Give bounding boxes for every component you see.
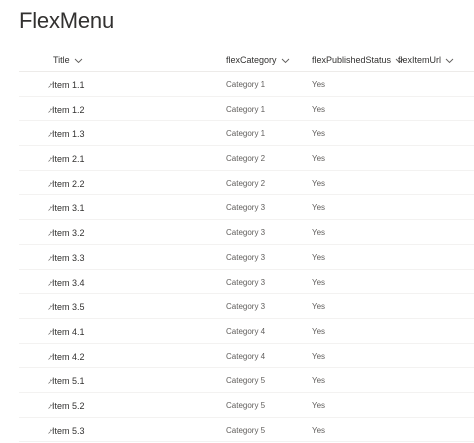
- item-published-status: Yes: [312, 425, 326, 435]
- item-title: Item 4.1: [52, 326, 85, 337]
- table-row[interactable]: Item 3.5 Category 3 Yes: [19, 294, 474, 319]
- item-published-status: Yes: [312, 178, 326, 188]
- page-title: FlexMenu: [19, 8, 114, 33]
- chevron-down-icon: [281, 56, 290, 65]
- chevron-down-icon: [74, 56, 83, 65]
- item-title: Item 3.5: [52, 302, 85, 313]
- item-category: Category 1: [226, 80, 266, 89]
- item-published-status: Yes: [312, 302, 326, 312]
- item-category: Category 2: [226, 178, 266, 188]
- item-title: Item 5.3: [52, 425, 85, 436]
- column-header-row: Title flexCategory flexPublishedStatus f…: [19, 50, 474, 72]
- item-published-status: Yes: [312, 252, 326, 262]
- item-published-status: Yes: [312, 326, 326, 336]
- item-title: Item 5.1: [52, 376, 85, 387]
- item-published-status: Yes: [312, 104, 326, 114]
- item-category: Category 3: [226, 228, 266, 238]
- column-header-label: flexItemUrl: [398, 55, 442, 65]
- table-row[interactable]: Item 4.2 Category 4 Yes: [19, 344, 474, 369]
- item-title: Item 3.3: [52, 252, 85, 263]
- column-header-flexpublishedstatus[interactable]: flexPublishedStatus: [312, 55, 404, 65]
- item-title: Item 2.2: [52, 178, 85, 189]
- table-row[interactable]: Item 4.1 Category 4 Yes: [19, 319, 474, 344]
- table-row[interactable]: Item 3.3 Category 3 Yes: [19, 245, 474, 270]
- item-category: Category 3: [226, 302, 266, 312]
- table-row[interactable]: Item 5.2 Category 5 Yes: [19, 393, 474, 418]
- item-category: Category 2: [226, 154, 266, 164]
- column-header-title[interactable]: Title: [53, 55, 83, 65]
- item-category: Category 3: [226, 203, 266, 213]
- table-row[interactable]: Item 2.1 Category 2 Yes: [19, 146, 474, 171]
- item-title: Item 5.2: [52, 400, 85, 411]
- table-row[interactable]: Item 1.2 Category 1 Yes: [19, 97, 474, 122]
- item-published-status: Yes: [312, 129, 326, 139]
- table-row[interactable]: Item 3.2 Category 3 Yes: [19, 220, 474, 245]
- table-row[interactable]: Item 3.1 Category 3 Yes: [19, 195, 474, 221]
- chevron-down-icon: [445, 56, 454, 65]
- item-published-status: Yes: [312, 277, 326, 287]
- item-published-status: Yes: [312, 154, 326, 164]
- table-row[interactable]: Item 2.2 Category 2 Yes: [19, 171, 474, 196]
- column-header-label: Title: [53, 55, 70, 65]
- table-row[interactable]: Item 5.1 Category 5 Yes: [19, 368, 474, 393]
- item-category: Category 4: [226, 326, 266, 336]
- item-published-status: Yes: [312, 400, 326, 410]
- table-row[interactable]: Item 3.4 Category 3 Yes: [19, 270, 474, 295]
- item-title: Item 3.2: [52, 228, 85, 239]
- item-title: Item 3.1: [52, 203, 85, 214]
- item-category: Category 5: [226, 425, 266, 435]
- item-title: Item 1.1: [52, 80, 85, 90]
- item-published-status: Yes: [312, 80, 326, 89]
- list-rows: Item 1.1 Category 1 Yes Item 1.2 Category 1 Y…: [19, 72, 474, 443]
- item-published-status: Yes: [312, 228, 326, 238]
- table-row[interactable]: Item 5.3 Category 5 Yes: [19, 418, 474, 443]
- item-category: Category 5: [226, 400, 266, 410]
- item-category: Category 4: [226, 351, 266, 361]
- item-title: Item 1.2: [52, 104, 85, 115]
- item-category: Category 3: [226, 277, 266, 287]
- item-category: Category 1: [226, 129, 266, 139]
- item-category: Category 5: [226, 376, 266, 386]
- table-row[interactable]: Item 1.1 Category 1 Yes: [19, 72, 474, 97]
- item-category: Category 1: [226, 104, 266, 114]
- item-published-status: Yes: [312, 376, 326, 386]
- column-header-label: flexCategory: [226, 55, 277, 65]
- item-title: Item 4.2: [52, 351, 85, 362]
- item-category: Category 3: [226, 252, 266, 262]
- item-title: Item 1.3: [52, 129, 85, 140]
- item-published-status: Yes: [312, 203, 326, 213]
- item-title: Item 2.1: [52, 154, 85, 165]
- table-row[interactable]: Item 1.3 Category 1 Yes: [19, 121, 474, 147]
- list-view: FlexMenu Title flexCategory flexPublishe…: [0, 0, 474, 443]
- item-published-status: Yes: [312, 351, 326, 361]
- column-header-label: flexPublishedStatus: [312, 55, 392, 65]
- item-title: Item 3.4: [52, 277, 85, 288]
- column-header-flexcategory[interactable]: flexCategory: [226, 55, 290, 65]
- column-header-flexitemurl[interactable]: flexItemUrl: [398, 55, 454, 65]
